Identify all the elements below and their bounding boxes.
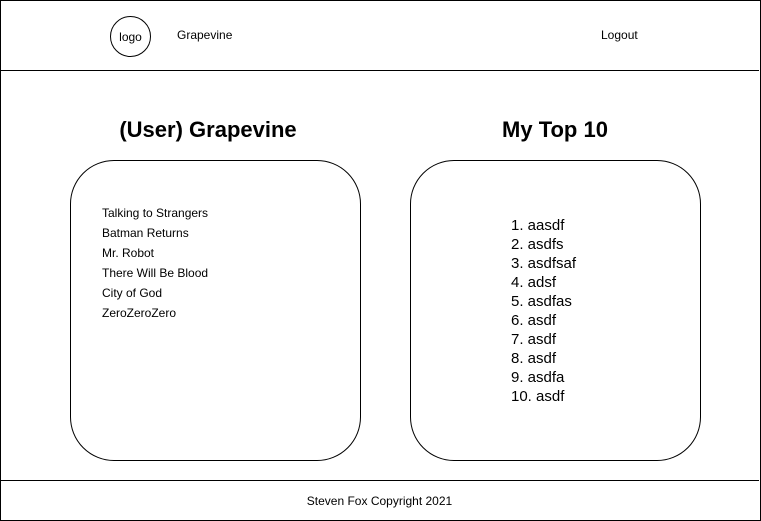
- grapevine-item[interactable]: Mr. Robot: [102, 243, 208, 263]
- footer-bar: Steven Fox Copyright 2021: [0, 480, 759, 520]
- grapevine-panel: Talking to Strangers Batman Returns Mr. …: [70, 160, 361, 461]
- top10-item[interactable]: 4. adsf: [511, 273, 576, 292]
- top10-item[interactable]: 6. asdf: [511, 311, 576, 330]
- top10-item[interactable]: 10. asdf: [511, 387, 576, 406]
- grapevine-list: Talking to Strangers Batman Returns Mr. …: [102, 203, 208, 323]
- top10-item[interactable]: 3. asdfsaf: [511, 254, 576, 273]
- grapevine-item[interactable]: Batman Returns: [102, 223, 208, 243]
- grapevine-item[interactable]: ZeroZeroZero: [102, 303, 208, 323]
- top10-list: 1. aasdf 2. asdfs 3. asdfsaf 4. adsf 5. …: [511, 216, 576, 406]
- top10-item[interactable]: 1. aasdf: [511, 216, 576, 235]
- top10-item[interactable]: 7. asdf: [511, 330, 576, 349]
- top10-item[interactable]: 2. asdfs: [511, 235, 576, 254]
- logout-link[interactable]: Logout: [601, 28, 638, 42]
- top10-panel: 1. aasdf 2. asdfs 3. asdfsaf 4. adsf 5. …: [410, 160, 701, 461]
- top10-item[interactable]: 9. asdfa: [511, 368, 576, 387]
- top10-item[interactable]: 8. asdf: [511, 349, 576, 368]
- grapevine-item[interactable]: City of God: [102, 283, 208, 303]
- logo-label: logo: [119, 29, 142, 44]
- logo[interactable]: logo: [110, 16, 151, 57]
- grapevine-title: (User) Grapevine: [119, 117, 297, 142]
- brand-name[interactable]: Grapevine: [177, 28, 232, 42]
- copyright-text: Steven Fox Copyright 2021: [306, 494, 453, 508]
- grapevine-item[interactable]: There Will Be Blood: [102, 263, 208, 283]
- top10-item[interactable]: 5. asdfas: [511, 292, 576, 311]
- top10-title: My Top 10: [502, 117, 608, 142]
- grapevine-item[interactable]: Talking to Strangers: [102, 203, 208, 223]
- header-bar: logo Grapevine Logout: [0, 0, 759, 71]
